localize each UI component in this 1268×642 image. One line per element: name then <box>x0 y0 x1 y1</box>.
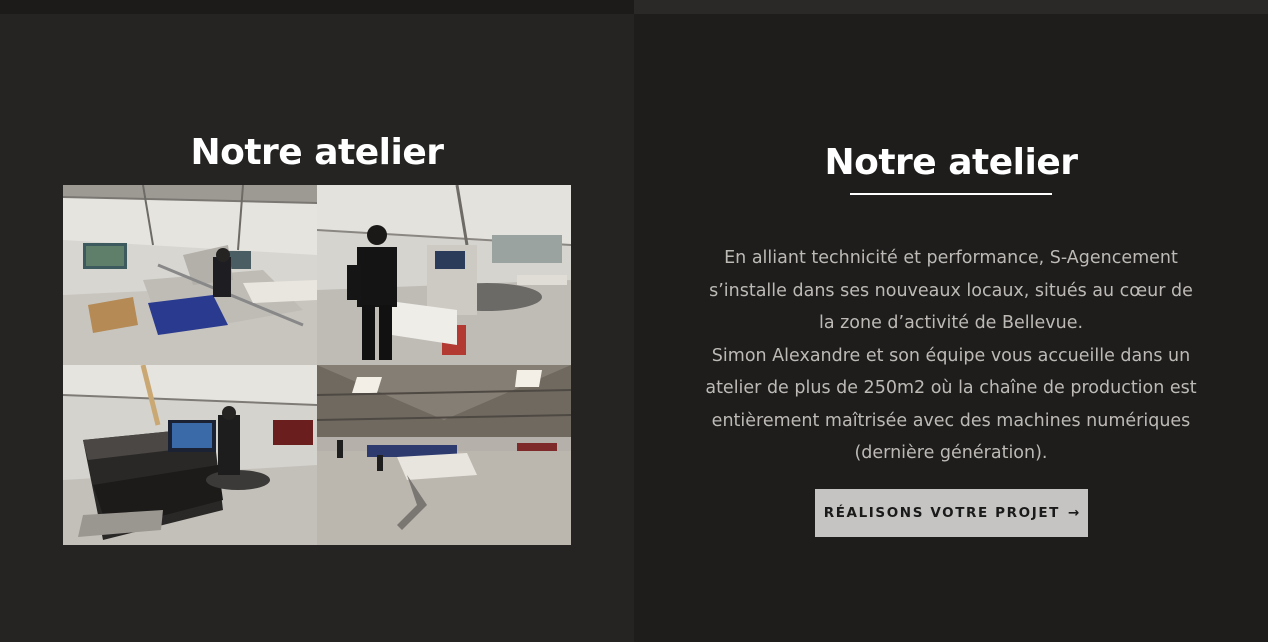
title-underline <box>850 193 1052 195</box>
description-line: atelier de plus de 250m2 où la chaîne de… <box>705 378 1197 398</box>
description-line: la zone d’activité de Bellevue. <box>818 313 1084 333</box>
workshop-photo-cnc-operator[interactable] <box>317 185 571 365</box>
description-line: entièrement maîtrisée avec des machines … <box>711 410 1191 431</box>
description-line: (dernière génération). <box>854 443 1048 463</box>
top-divider-strip <box>634 0 1268 14</box>
start-project-button-label: RÉALISONS VOTRE PROJET <box>823 505 1060 521</box>
description-line: Simon Alexandre et son équipe vous accue… <box>711 345 1191 366</box>
section-title: Notre atelier <box>824 142 1078 183</box>
workshop-photo-panel-saw[interactable] <box>63 185 317 365</box>
start-project-button[interactable]: RÉALISONS VOTRE PROJET → <box>815 489 1088 537</box>
description-paragraph: En alliant technicité et performance, S-… <box>696 242 1206 470</box>
description-line: En alliant technicité et performance, S-… <box>724 248 1178 268</box>
description-line: s’installe dans ses nouveaux locaux, sit… <box>709 280 1193 301</box>
atelier-section: Notre atelier Notre atelier En alliant t… <box>0 0 1268 642</box>
left-panel: Notre atelier <box>0 0 634 642</box>
workshop-gallery <box>63 185 571 545</box>
workshop-photo-hall-overview[interactable] <box>317 365 571 545</box>
workshop-photo-edgebander[interactable] <box>63 365 317 545</box>
right-panel: Notre atelier En alliant technicité et p… <box>634 0 1268 642</box>
arrow-right-icon: → <box>1067 505 1080 521</box>
top-divider-strip <box>0 0 634 14</box>
gallery-title: Notre atelier <box>190 132 444 173</box>
